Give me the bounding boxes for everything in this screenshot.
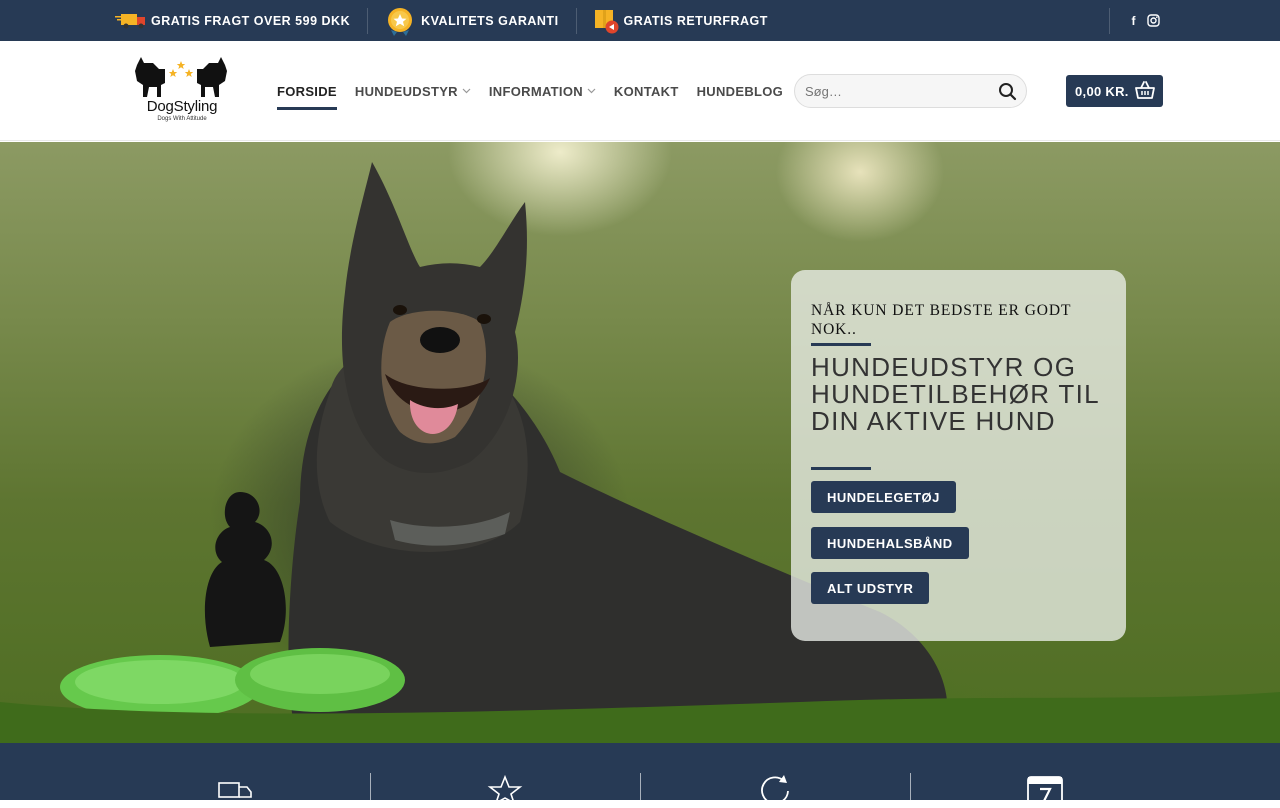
feature-strip — [0, 743, 1280, 806]
site-logo[interactable]: DogStyling Dogs With Attitude — [131, 55, 231, 127]
quality-medal-icon — [385, 7, 419, 36]
nav-item-hundeudstyr[interactable]: HUNDEUDSTYR — [355, 76, 471, 106]
topbar-returns: GRATIS RETURFRAGT — [594, 0, 768, 41]
return-box-icon — [594, 8, 622, 34]
hundelegetoj-button[interactable]: HUNDELEGETØJ — [811, 481, 956, 513]
logo-name: DogStyling — [146, 98, 218, 115]
topbar-divider — [1109, 7, 1110, 34]
feature-divider — [370, 773, 371, 803]
logo-tagline: Dogs With Attitude — [157, 116, 207, 122]
hero-headline: HUNDEUDSTYR OG HUNDETILBEHØR TIL DIN AKT… — [811, 352, 1099, 436]
hundehalsband-button[interactable]: HUNDEHALSBÅND — [811, 527, 969, 559]
dogs-logo-icon — [135, 57, 227, 97]
hero-eyebrow: NÅR KUN DET BEDSTE ER GODT NOK.. — [811, 302, 1072, 338]
feature-divider — [640, 773, 641, 803]
nav-item-hundeblog[interactable]: HUNDEBLOG — [697, 76, 783, 106]
search-box — [794, 74, 1027, 108]
main-nav: FORSIDE HUNDEUDSTYR INFORMATION KONTAKT … — [277, 41, 801, 141]
nav-item-kontakt[interactable]: KONTAKT — [614, 76, 679, 106]
search-icon[interactable] — [998, 82, 1017, 101]
topbar-divider — [575, 7, 577, 34]
nav-item-label: HUNDEBLOG — [696, 83, 784, 99]
site-header: DogStyling Dogs With Attitude FORSIDE HU… — [0, 41, 1280, 141]
nav-item-label: FORSIDE — [277, 83, 337, 99]
nav-item-information[interactable]: INFORMATION — [489, 76, 596, 106]
cart-button[interactable]: 0,00 KR. — [1066, 75, 1163, 107]
chevron-down-icon — [587, 86, 596, 96]
hero-banner: NÅR KUN DET BEDSTE ER GODT NOK.. HUNDEUD… — [0, 142, 1280, 743]
facebook-icon[interactable]: f — [1124, 13, 1143, 29]
divider — [811, 467, 871, 470]
feature-divider — [910, 773, 911, 803]
topbar-divider — [367, 7, 369, 34]
search-input[interactable] — [795, 83, 985, 99]
delivery-truck-icon — [115, 8, 149, 34]
divider — [811, 343, 871, 346]
topbar-free-shipping: GRATIS FRAGT OVER 599 DKK — [115, 0, 350, 41]
star-icon — [486, 773, 526, 805]
calendar-icon — [1026, 773, 1066, 806]
instagram-icon[interactable] — [1144, 13, 1163, 29]
top-bar: GRATIS FRAGT OVER 599 DKK KVALITETS GARA… — [0, 0, 1280, 41]
cart-total: 0,00 KR. — [1075, 83, 1129, 99]
nav-item-forside[interactable]: FORSIDE — [277, 76, 337, 110]
alt-udstyr-button[interactable]: ALT UDSTYR — [811, 572, 930, 604]
topbar-free-shipping-label: GRATIS FRAGT OVER 599 DKK — [151, 13, 351, 28]
topbar-quality-label: KVALITETS GARANTI — [421, 13, 559, 28]
refresh-icon — [756, 773, 796, 805]
chevron-down-icon — [462, 86, 471, 96]
nav-item-label: HUNDEUDSTYR — [354, 83, 458, 99]
topbar-quality: KVALITETS GARANTI — [385, 0, 558, 41]
nav-item-label: KONTAKT — [613, 83, 679, 99]
basket-icon — [1135, 81, 1155, 100]
nav-item-label: INFORMATION — [488, 83, 583, 99]
delivery-truck-icon — [216, 773, 256, 803]
hero-promo-card: NÅR KUN DET BEDSTE ER GODT NOK.. HUNDEUD… — [791, 270, 1126, 641]
topbar-returns-label: GRATIS RETURFRAGT — [623, 13, 768, 28]
